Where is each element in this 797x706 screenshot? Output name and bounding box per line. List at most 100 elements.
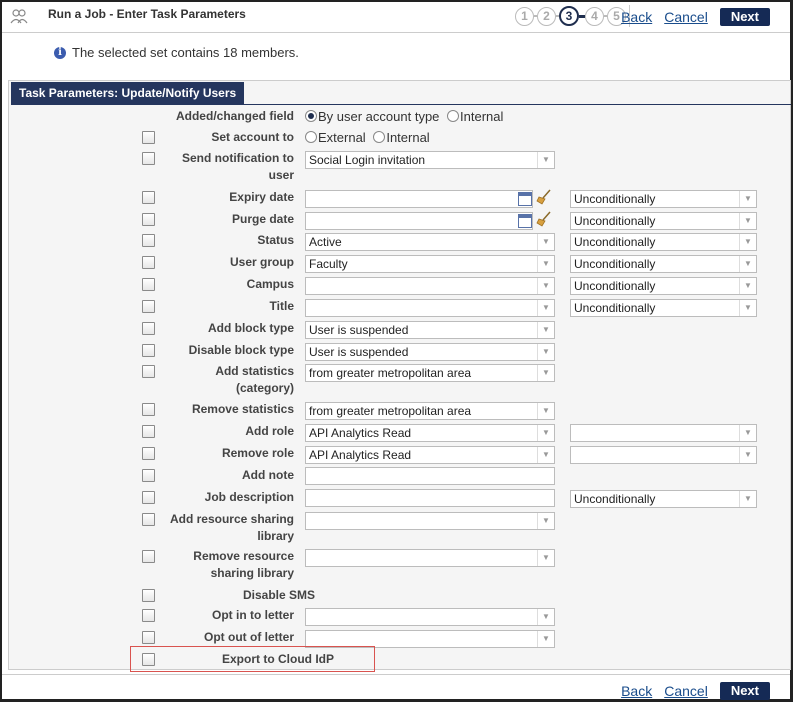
- disable-sms-label: Disable SMS: [242, 588, 316, 602]
- title-select[interactable]: ▼: [305, 299, 555, 317]
- set-account-radio-group: External Internal: [305, 129, 430, 146]
- select-value: User is suspended: [309, 345, 409, 359]
- add-note-label: Add note: [242, 468, 294, 482]
- add-note-input[interactable]: [305, 467, 555, 485]
- purge-date-input[interactable]: [305, 212, 533, 230]
- people-icon: [10, 8, 28, 24]
- user-group-checkbox[interactable]: [142, 256, 155, 269]
- job-description-checkbox[interactable]: [142, 491, 155, 504]
- remove-role-select[interactable]: API Analytics Read ▼: [305, 446, 555, 464]
- calendar-icon[interactable]: [518, 214, 532, 228]
- step-1: 1: [515, 6, 534, 26]
- next-button[interactable]: Next: [719, 682, 770, 700]
- add-statistics-label: Add statistics: [215, 364, 294, 378]
- remove-statistics-checkbox[interactable]: [142, 403, 155, 416]
- chevron-down-icon: ▼: [537, 152, 554, 168]
- add-statistics-label-2: (category): [235, 381, 294, 395]
- disable-block-type-select[interactable]: User is suspended ▼: [305, 343, 555, 361]
- purge-date-checkbox[interactable]: [142, 213, 155, 226]
- step-3-current: 3: [559, 6, 579, 26]
- select-value: Active: [309, 235, 342, 249]
- opt-in-letter-label: Opt in to letter: [212, 608, 294, 622]
- disable-sms-checkbox[interactable]: [142, 589, 155, 602]
- radio-internal[interactable]: [447, 110, 460, 122]
- add-statistics-checkbox[interactable]: [142, 365, 155, 378]
- job-description-input[interactable]: [305, 489, 555, 507]
- title-condition-select[interactable]: Unconditionally ▼: [570, 299, 757, 317]
- remove-role-checkbox[interactable]: [142, 447, 155, 460]
- calendar-icon[interactable]: [518, 192, 532, 206]
- radio-internal[interactable]: [373, 131, 386, 143]
- opt-in-letter-checkbox[interactable]: [142, 609, 155, 622]
- remove-resource-sharing-select[interactable]: ▼: [305, 549, 555, 567]
- campus-label: Campus: [246, 277, 294, 291]
- expiry-date-condition-select[interactable]: Unconditionally ▼: [570, 190, 757, 208]
- select-value: Faculty: [309, 257, 348, 271]
- campus-select[interactable]: ▼: [305, 277, 555, 295]
- select-value: Unconditionally: [574, 257, 656, 271]
- send-notification-label: Send notification to: [182, 151, 294, 165]
- status-checkbox[interactable]: [142, 234, 155, 247]
- chevron-down-icon: ▼: [739, 425, 756, 441]
- add-block-type-select[interactable]: User is suspended ▼: [305, 321, 555, 339]
- job-description-condition-select[interactable]: Unconditionally ▼: [570, 490, 757, 508]
- remove-statistics-select[interactable]: from greater metropolitan area ▼: [305, 402, 555, 420]
- remove-statistics-label: Remove statistics: [191, 402, 294, 416]
- remove-role-scope-select[interactable]: ▼: [570, 446, 757, 464]
- user-group-condition-select[interactable]: Unconditionally ▼: [570, 255, 757, 273]
- chevron-down-icon: ▼: [537, 609, 554, 625]
- add-resource-sharing-select[interactable]: ▼: [305, 512, 555, 530]
- status-select[interactable]: Active ▼: [305, 233, 555, 251]
- add-block-type-checkbox[interactable]: [142, 322, 155, 335]
- send-notification-checkbox[interactable]: [142, 152, 155, 165]
- chevron-down-icon: ▼: [537, 344, 554, 360]
- expiry-date-input[interactable]: [305, 190, 533, 208]
- chevron-down-icon: ▼: [537, 513, 554, 529]
- added-changed-radio-group: By user account type Internal: [305, 108, 503, 125]
- add-role-checkbox[interactable]: [142, 425, 155, 438]
- select-value: Unconditionally: [574, 492, 656, 506]
- chevron-down-icon: ▼: [537, 425, 554, 441]
- disable-block-type-checkbox[interactable]: [142, 344, 155, 357]
- expiry-date-label: Expiry date: [229, 190, 294, 204]
- campus-condition-select[interactable]: Unconditionally ▼: [570, 277, 757, 295]
- purge-date-label: Purge date: [231, 212, 294, 226]
- cancel-link[interactable]: Cancel: [664, 683, 708, 699]
- add-block-type-label: Add block type: [207, 321, 294, 335]
- notification-type-select[interactable]: Social Login invitation ▼: [305, 151, 555, 169]
- radio-external[interactable]: [305, 131, 317, 143]
- status-label: Status: [257, 233, 294, 247]
- expiry-date-checkbox[interactable]: [142, 191, 155, 204]
- select-value: Social Login invitation: [309, 153, 426, 167]
- back-link[interactable]: Back: [621, 9, 652, 25]
- user-group-select[interactable]: Faculty ▼: [305, 255, 555, 273]
- purge-date-condition-select[interactable]: Unconditionally ▼: [570, 212, 757, 230]
- remove-resource-sharing-checkbox[interactable]: [142, 550, 155, 563]
- select-value: Unconditionally: [574, 235, 656, 249]
- wizard-steps: 1 2 3 4 5: [515, 5, 626, 27]
- back-link[interactable]: Back: [621, 683, 652, 699]
- add-role-label: Add role: [245, 424, 294, 438]
- opt-out-letter-checkbox[interactable]: [142, 631, 155, 644]
- title-checkbox[interactable]: [142, 300, 155, 313]
- campus-checkbox[interactable]: [142, 278, 155, 291]
- opt-in-letter-select[interactable]: ▼: [305, 608, 555, 626]
- radio-by-user-account-type[interactable]: [305, 110, 317, 122]
- cancel-link[interactable]: Cancel: [664, 9, 708, 25]
- clear-broom-icon[interactable]: [536, 189, 552, 205]
- clear-broom-icon[interactable]: [536, 211, 552, 227]
- chevron-down-icon: ▼: [739, 191, 756, 207]
- chevron-down-icon: ▼: [739, 234, 756, 250]
- info-text: The selected set contains 18 members.: [72, 45, 299, 60]
- add-resource-sharing-checkbox[interactable]: [142, 513, 155, 526]
- add-note-checkbox[interactable]: [142, 469, 155, 482]
- highlight-box: [130, 646, 375, 672]
- add-role-select[interactable]: API Analytics Read ▼: [305, 424, 555, 442]
- add-statistics-select[interactable]: from greater metropolitan area ▼: [305, 364, 555, 382]
- set-account-checkbox[interactable]: [142, 131, 155, 144]
- status-condition-select[interactable]: Unconditionally ▼: [570, 233, 757, 251]
- chevron-down-icon: ▼: [739, 278, 756, 294]
- add-role-scope-select[interactable]: ▼: [570, 424, 757, 442]
- info-icon: i: [54, 46, 66, 59]
- next-button[interactable]: Next: [719, 8, 770, 26]
